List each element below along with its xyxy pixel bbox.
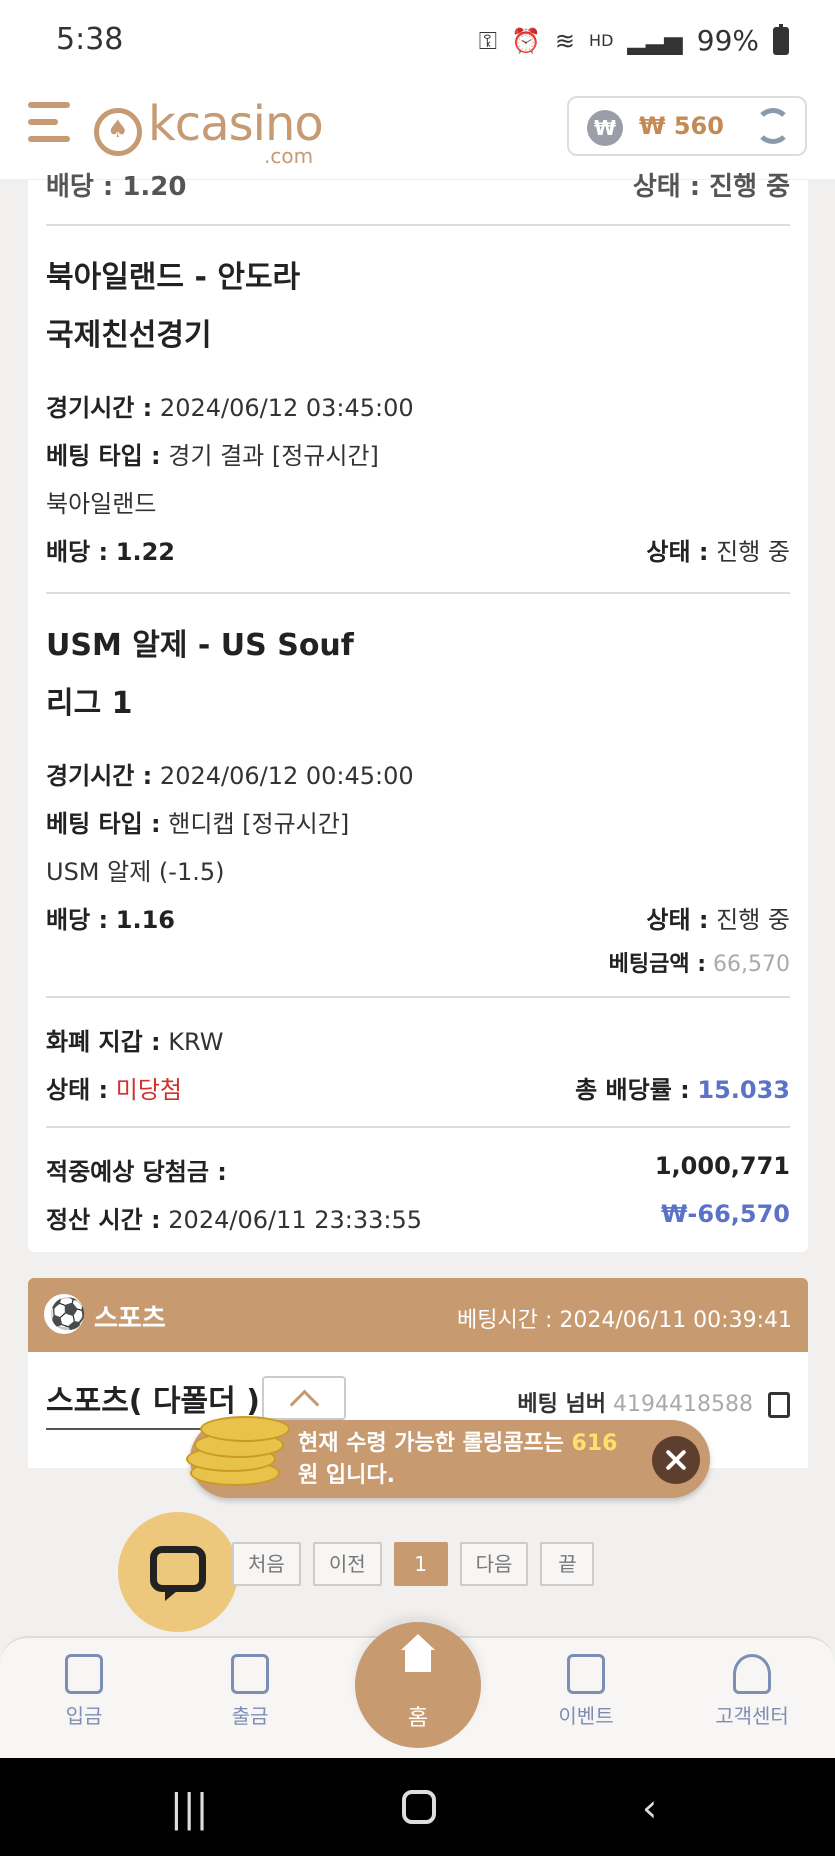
battery-percent: 99%: [696, 24, 759, 57]
logo-subtext: .com: [264, 144, 314, 168]
bet-number-row: 베팅 넘버 4194418588: [517, 1386, 790, 1418]
match-time-row: 경기시간 : 2024/06/12 00:45:00: [46, 762, 414, 790]
match-title: 북아일랜드 - 안도라: [46, 260, 301, 295]
page-1-button[interactable]: 1: [393, 1542, 448, 1586]
megaphone-icon: [567, 1654, 605, 1694]
expected-win-value: 1,000,771: [654, 1152, 790, 1180]
wallet-balance[interactable]: ₩ ₩ 560: [567, 96, 807, 156]
clock: 5:38: [56, 22, 124, 57]
page-last-button[interactable]: 끝: [540, 1542, 595, 1586]
divider: [46, 1126, 790, 1128]
kcasino-logo[interactable]: kcasino .com: [94, 96, 334, 168]
bet-type-row: 베팅 타입 : 핸디캡 [정규시간]: [46, 810, 350, 838]
chat-bubble-icon: [150, 1546, 206, 1601]
deposit-icon: [65, 1654, 103, 1694]
bet-time: 베팅시간 : 2024/06/11 00:39:41: [457, 1308, 792, 1333]
odds-row: 배당 : 1.22: [46, 538, 175, 566]
divider: [46, 996, 790, 998]
divider: [46, 224, 790, 226]
status-row: 상태 : 진행 중: [646, 538, 790, 566]
soccer-ball-icon: [44, 1294, 86, 1334]
pagination: 처음 이전 1 다음 끝: [232, 1542, 595, 1586]
nav-home[interactable]: 홈: [355, 1622, 481, 1748]
battery-icon: [773, 23, 789, 55]
refresh-icon[interactable]: [755, 108, 791, 144]
nav-event[interactable]: 이벤트: [526, 1654, 646, 1729]
system-navigation-bar: ||| ‹: [0, 1758, 835, 1856]
headset-icon: [733, 1654, 771, 1694]
page-first-button[interactable]: 처음: [232, 1542, 301, 1586]
home-system-icon[interactable]: [402, 1790, 436, 1824]
league-name: 국제친선경기: [46, 318, 212, 353]
hd-label: HD: [589, 31, 614, 50]
nav-deposit[interactable]: 입금: [24, 1654, 144, 1729]
bet-type-row: 베팅 타입 : 경기 결과 [정규시간]: [46, 442, 379, 470]
gold-coins-icon: [186, 1402, 290, 1492]
match-title: USM 알제 - US Souf: [46, 628, 354, 663]
sports-title: 스포츠: [94, 1304, 166, 1334]
sports-card-header: 스포츠 베팅시간 : 2024/06/11 00:39:41: [28, 1278, 808, 1352]
close-icon[interactable]: [652, 1436, 700, 1484]
alarm-icon: ⏰: [511, 26, 541, 55]
page-prev-button[interactable]: 이전: [312, 1542, 382, 1586]
bet-detail-card: 배당 : 1.20 상태 : 진행 중 북아일랜드 - 안도라 국제친선경기 경…: [28, 172, 808, 1252]
bet-amount-row: 베팅금액 : 66,570: [608, 952, 790, 977]
status-icons: ⚿ ⏰ ≋ HD ▂▃▅ 99%: [478, 23, 789, 57]
settle-amount: ₩-66,570: [660, 1200, 790, 1228]
nav-support[interactable]: 고객센터: [692, 1654, 812, 1729]
key-icon: ⚿: [478, 26, 498, 55]
nav-withdraw[interactable]: 출금: [190, 1654, 310, 1729]
toast-message: 현재 수령 가능한 롤링콤프는 616 원 입니다.: [298, 1431, 618, 1488]
league-name: 리그 1: [46, 686, 133, 721]
chip-icon: [94, 108, 142, 156]
won-coin-icon: ₩: [587, 110, 623, 146]
recent-apps-icon[interactable]: |||: [170, 1786, 208, 1830]
home-label: 홈: [407, 1706, 429, 1731]
odds-row: 배당 : 1.16: [46, 906, 175, 934]
withdraw-icon: [231, 1654, 269, 1694]
currency-row: 화폐 지갑 : KRW: [46, 1028, 224, 1056]
rolling-comp-toast: 현재 수령 가능한 롤링콤프는 616 원 입니다.: [186, 1416, 710, 1498]
live-chat-button[interactable]: [118, 1512, 238, 1632]
copy-icon[interactable]: [768, 1392, 790, 1418]
expected-win-label: 적중예상 당첨금 :: [46, 1158, 227, 1186]
cut-status-row: 상태 : 진행 중: [632, 172, 790, 202]
total-odds-row: 총 배당률 : 15.033: [575, 1076, 790, 1104]
back-icon[interactable]: ‹: [642, 1786, 657, 1830]
page-next-button[interactable]: 다음: [459, 1542, 529, 1586]
bet-pick: USM 알제 (-1.5): [46, 858, 225, 886]
status-bar: 5:38 ⚿ ⏰ ≋ HD ▂▃▅ 99%: [0, 0, 835, 84]
bet-pick: 북아일랜드: [46, 490, 157, 518]
hamburger-menu-icon[interactable]: [28, 102, 74, 148]
settle-time-row: 정산 시간 : 2024/06/11 23:33:55: [46, 1206, 423, 1234]
wifi-icon: ≋: [554, 26, 576, 55]
balance-amount: ₩ 560: [639, 112, 724, 140]
home-icon: [399, 1634, 437, 1678]
match-time-row: 경기시간 : 2024/06/12 03:45:00: [46, 394, 414, 422]
status-row: 상태 : 진행 중: [646, 906, 790, 934]
result-status-row: 상태 : 미당첨: [46, 1076, 183, 1104]
divider: [46, 592, 790, 594]
signal-icon: ▂▃▅: [627, 26, 683, 55]
cut-odds-row: 배당 : 1.20: [46, 172, 187, 202]
